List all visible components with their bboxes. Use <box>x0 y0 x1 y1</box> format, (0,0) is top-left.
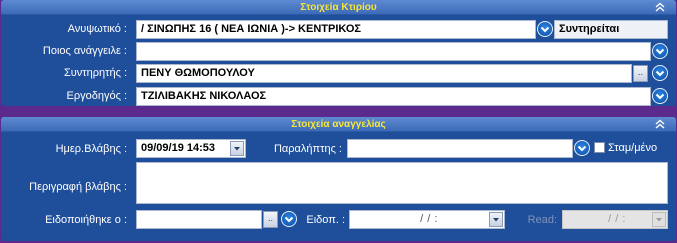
notified-field[interactable] <box>136 210 262 229</box>
maintainer-browse-button[interactable]: .. <box>633 65 648 82</box>
description-label: Περιγραφή βλάβης : <box>29 181 127 193</box>
notified-browse-button[interactable]: .. <box>263 211 278 228</box>
notify-date-dropdown-icon[interactable] <box>489 212 503 227</box>
report-panel-header[interactable]: Στοιχεία αναγγελίας <box>1 117 676 132</box>
notified-dropdown-icon[interactable] <box>281 211 297 227</box>
building-panel-header[interactable]: Στοιχεία Κτιρίου <box>1 0 676 15</box>
building-panel-title: Στοιχεία Κτιρίου <box>300 2 377 13</box>
maintainer-label: Συντηρητής : <box>63 67 127 79</box>
receiver-field[interactable] <box>347 139 573 158</box>
lift-dropdown-icon[interactable] <box>537 21 553 37</box>
notify-date-label: Ειδοπ. : <box>306 214 345 226</box>
reporter-dropdown-icon[interactable] <box>652 43 668 59</box>
report-details-panel: Στοιχεία αναγγελίας Ημερ.Βλάβης : 09/09/… <box>1 117 676 241</box>
receiver-dropdown-icon[interactable] <box>574 140 590 156</box>
description-textarea[interactable] <box>136 162 668 204</box>
notify-date-picker[interactable]: / / : <box>349 210 505 229</box>
read-date-value: / / : <box>608 213 626 225</box>
notified-label: Ειδοποιήθηκε ο : <box>45 214 127 226</box>
contractor-field[interactable]: ΤΖΙΛΙΒΑΚΗΣ ΝΙΚΟΛΑΟΣ <box>136 87 651 106</box>
fault-date-label: Ημερ.Βλάβης : <box>55 143 127 155</box>
maintainer-field[interactable]: ΠΕΝΥ ΘΩΜΟΠΟΥΛΟΥ <box>136 64 632 83</box>
report-panel-title: Στοιχεία αναγγελίας <box>291 119 386 130</box>
double-chevron-up-icon[interactable] <box>654 117 666 132</box>
contractor-dropdown-icon[interactable] <box>652 88 668 104</box>
double-chevron-up-icon[interactable] <box>654 0 666 15</box>
reporter-label: Ποιος ανάγγειλε : <box>42 45 127 57</box>
stamped-checkbox-label: Σταμ/μένο <box>608 142 658 154</box>
maintainer-dropdown-icon[interactable] <box>652 65 668 81</box>
window-root: Στοιχεία Κτιρίου Ανυψωτικό : / ΣΙΝΩΠΗΣ 1… <box>0 0 677 243</box>
contractor-label: Εργοδηγός : <box>66 90 127 102</box>
notify-date-value: / / : <box>420 213 438 225</box>
read-label: Read: <box>527 214 557 226</box>
stamped-checkbox[interactable] <box>594 142 605 153</box>
lift-status-badge: Συντηρείται <box>554 20 668 39</box>
receiver-label: Παραλήπτης : <box>273 143 342 155</box>
lift-label: Ανυψωτικό : <box>67 23 127 35</box>
read-date-dropdown-icon <box>652 212 666 227</box>
fault-date-dropdown-icon[interactable] <box>230 141 244 156</box>
fault-date-value: 09/09/19 14:53 <box>141 142 216 154</box>
lift-field[interactable]: / ΣΙΝΩΠΗΣ 16 ( ΝΕΑ ΙΩΝΙΑ )-> ΚΕΝΤΡΙΚΟΣ <box>136 20 536 39</box>
building-details-panel: Στοιχεία Κτιρίου Ανυψωτικό : / ΣΙΝΩΠΗΣ 1… <box>1 0 676 106</box>
reporter-field[interactable] <box>136 42 651 61</box>
